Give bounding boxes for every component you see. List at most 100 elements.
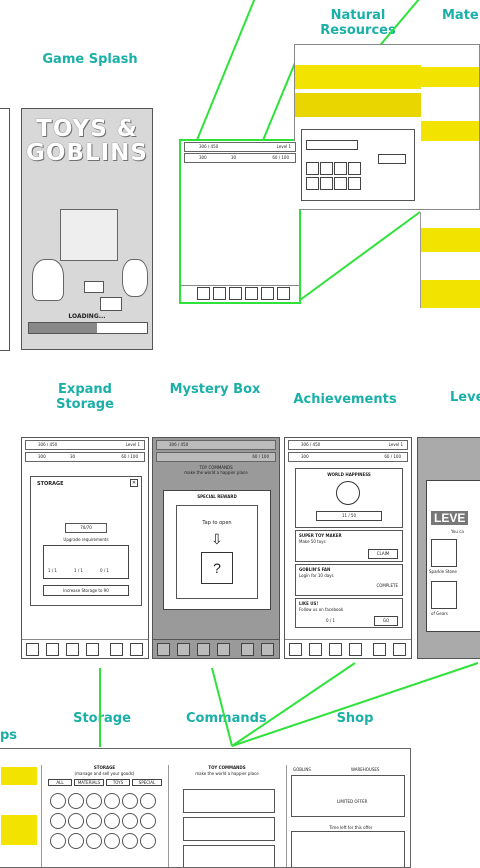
tab-all[interactable]: ALL [48,779,72,786]
status-storage: 306 / 450 [199,144,219,149]
commands-column: TOY COMMANDS make the world a happier pl… [168,765,285,867]
zoomed-screen: 306 / 450 Level 1 300 30 60 / 100 [181,141,299,302]
increase-storage-button[interactable]: Increase Storage to 90 [43,585,129,596]
storage-slot[interactable] [68,833,84,849]
storage-slot[interactable] [140,813,156,829]
happiness-panel: WORLD HAPPINESS 11 / 50 [295,468,403,528]
requirements-box: 1 / 1 1 / 1 0 / 1 [43,545,129,579]
storage-slot[interactable] [122,813,138,829]
craft-slot[interactable] [320,177,333,190]
storage-slot[interactable] [50,833,66,849]
bottom-nav [181,285,299,302]
tab-goblin[interactable] [197,643,210,656]
globe-icon [336,481,360,505]
close-icon[interactable]: ✕ [130,479,138,487]
storage-slot[interactable] [122,833,138,849]
tab-storage[interactable] [241,643,254,656]
shop-column: GOBLINS WAREHOUSES LIMITED OFFER Time le… [286,765,409,867]
craft-slot[interactable] [348,177,361,190]
tab-map[interactable] [197,287,210,300]
achievement-title: GOBLIN'S FAN [299,567,331,572]
tab-map[interactable] [157,643,170,656]
craft-slot[interactable] [306,177,319,190]
status-capacity: 60 / 100 [384,454,401,459]
mystery-box[interactable]: ? [201,552,233,584]
tab-shop[interactable] [130,643,143,656]
craft-slot[interactable] [334,177,347,190]
tab-toys[interactable]: TOYS [106,779,130,786]
achievement-title: SUPER TOY MAKER [299,533,342,538]
tab-map[interactable] [289,643,302,656]
storage-slot[interactable] [104,813,120,829]
tab-storage[interactable] [373,643,386,656]
tab-map[interactable] [26,643,39,656]
tab-goblin[interactable] [329,643,342,656]
bottom-nav [22,639,148,658]
tab-commands[interactable] [86,643,99,656]
reward-item-2-label: of Gears [431,611,448,616]
status-coins: 300 [301,454,309,459]
tab-commands[interactable] [349,643,362,656]
tab-shop[interactable] [277,287,290,300]
go-button[interactable]: GO [374,616,398,626]
craft-button[interactable] [378,154,406,164]
tab-goblin[interactable] [229,287,242,300]
achievement-card-3: LIKE US! Follow us on facebook 0 / 1 GO [295,598,403,628]
status-coins: 300 [38,454,46,459]
claim-button[interactable]: CLAIM [368,549,398,559]
storage-slot[interactable] [122,793,138,809]
storage-slot[interactable] [68,793,84,809]
tab-storage[interactable] [261,287,274,300]
storage-slot[interactable] [104,833,120,849]
map-strip-4 [421,121,479,141]
storage-slot[interactable] [50,793,66,809]
storage-slot[interactable] [140,793,156,809]
craft-slot[interactable] [348,162,361,175]
status-bar: 306 / 450 Level 1 [25,440,145,450]
craft-slot[interactable] [306,162,319,175]
tab-craft[interactable] [309,643,322,656]
reward-dialog: SPECIAL REWARD Tap to open ⇩ ? [163,490,271,610]
tab-craft[interactable] [46,643,59,656]
storage-slot-row [50,793,162,809]
storage-slot[interactable] [50,813,66,829]
dialog-title: STORAGE [37,481,64,487]
reward-item-1 [431,539,457,567]
complete-label: COMPLETE [376,583,398,588]
level-banner: LEVE [431,511,469,525]
storage-slot[interactable] [86,813,102,829]
storage-slot[interactable] [68,813,84,829]
tab-shop[interactable] [393,643,406,656]
storage-slot[interactable] [104,793,120,809]
status-bar: 306 / 450 [156,440,276,450]
status-level: Level 1 [125,442,140,447]
craft-slot[interactable] [334,162,347,175]
storage-slot[interactable] [86,833,102,849]
tab-goblin[interactable] [66,643,79,656]
tab-materials[interactable]: MATERIALS [74,779,104,786]
tab-special[interactable]: SPECIAL [132,779,162,786]
tab-storage[interactable] [110,643,123,656]
requirement-1: 1 / 1 [48,568,57,573]
status-coins: 300 [199,155,207,160]
map-strip-3 [421,67,479,87]
craft-slot[interactable] [320,162,333,175]
shop-offer-box[interactable] [291,831,405,867]
storage-slot-row [50,813,162,829]
status-storage: 306 / 450 [169,442,189,447]
storage-slot[interactable] [140,833,156,849]
tab-shop[interactable] [261,643,274,656]
storage-column: STORAGE (manage and sell your goods) ALL… [41,765,167,867]
reward-item-2 [431,581,457,609]
happiness-title: WORLD HAPPINESS [327,472,371,477]
storage-slot[interactable] [86,793,102,809]
status-bar: 306 / 450 Level 1 [288,440,408,450]
tab-commands[interactable] [217,643,230,656]
tab-craft[interactable] [177,643,190,656]
tab-commands[interactable] [245,287,258,300]
tab-craft[interactable] [213,287,226,300]
reward-item-1-label: Sparkle Stone [429,569,457,574]
level-dialog: LEVE You ca Sparkle Stone of Gears [426,480,480,632]
command-card [183,817,275,841]
resources-map-panel [294,44,480,210]
